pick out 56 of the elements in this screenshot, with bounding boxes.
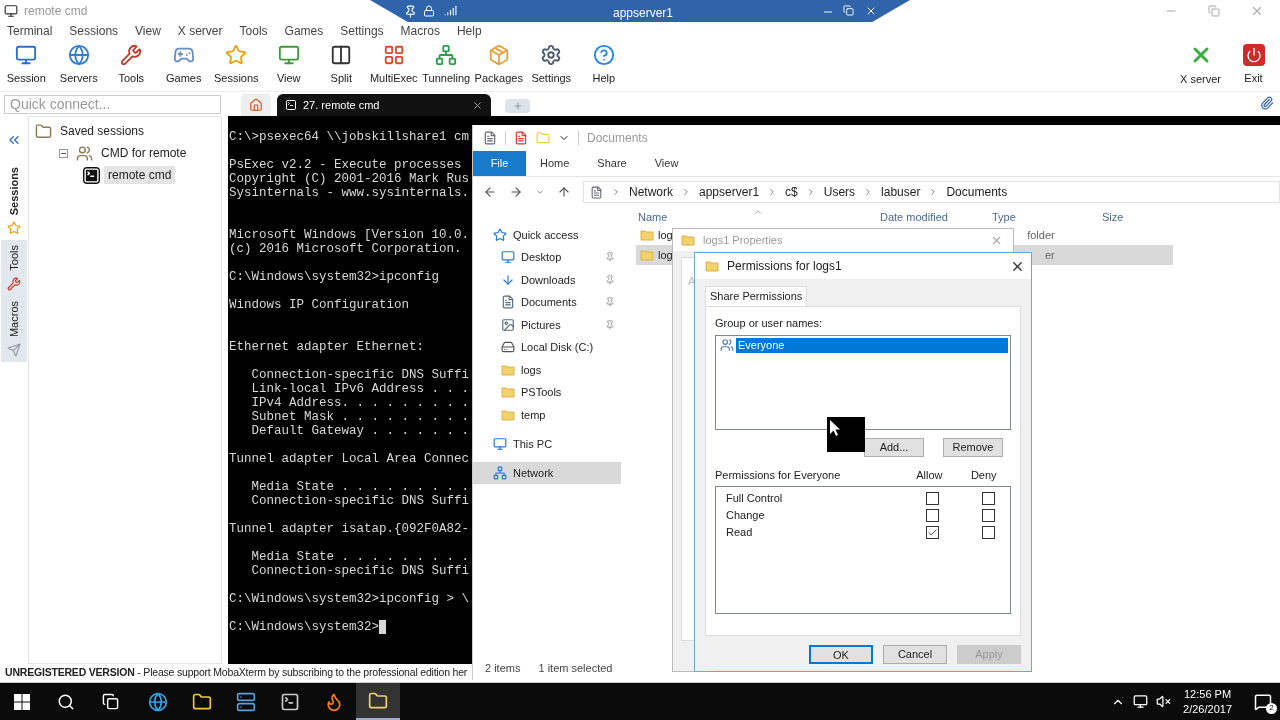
permission-label: Full Control [725,491,784,507]
window-title: Documents [587,130,648,147]
terminal-line: Link-local IPv6 Address . . . [250,382,470,396]
terminal-line: C:\Windows\system32>ipconfig > \ [229,592,470,606]
terminal-line: Copyright (C) 2001-2016 Mark Rus [229,172,470,186]
terminal-line: Media State . . . . . . . . . [250,480,470,494]
nav-label: Downloads [521,272,576,288]
nav-label: temp [521,407,546,423]
status-text: 2 items [485,660,521,676]
remote-session-title: appserver1 [613,5,674,22]
terminal-line: Microsoft Windows [Version 10.0. [229,228,470,242]
permission-label: Read [725,525,754,541]
nav-label: PSTools [521,385,562,400]
notification-count: 2 [1266,702,1277,714]
file-name: log [658,247,673,263]
field-label: Group or user names: [715,316,823,331]
terminal-prompt: C:\Windows\system32> [229,620,380,634]
terminal-line: Connection-specific DNS Suffi [250,368,470,382]
terminal-line: (c) 2016 Microsoft Corporation. [229,242,462,256]
file-type: folder [1027,227,1055,243]
file-name: log [658,227,673,243]
terminal-line: Tunnel adapter Local Area Connec [229,452,470,466]
terminal-line: Subnet Mask . . . . . . . . . [250,410,470,424]
terminal-line: Connection-specific DNS Suffi [250,494,470,508]
window-title: remote cmd [24,3,88,20]
terminal-line: C:\Windows\system32>ipconfig [229,270,440,284]
clock-date: 2/26/2017 [1183,701,1232,717]
terminal-line: Media State . . . . . . . . . [250,550,470,564]
terminal-line: C:\>psexec64 \\jobskillshare1 cm [229,130,470,144]
field-label: Permissions for Everyone [715,467,842,483]
dialog-title: Permissions for logs1 [727,258,842,275]
permission-label: Change [725,508,766,524]
nav-label: logs [521,362,542,378]
terminal-line: IPv4 Address. . . . . . . . . [250,396,470,410]
terminal-line: Sysinternals - www.sysinternals. [229,186,470,200]
nav-label: Local Disk (C:) [521,340,594,355]
nav-label: Network [513,465,554,481]
terminal-line: Connection-specific DNS Suffi [250,564,470,578]
terminal-line: Ethernet adapter Ethernet: [229,340,425,354]
column-header: Allow [915,467,944,483]
tab-label: 27. remote cmd [303,97,380,113]
nav-label: Pictures [521,317,561,333]
terminal-line: Tunnel adapter isatap.{092F0A82- [229,522,470,536]
clock-time: 12:56 PM [1184,686,1232,702]
column-header: Deny [969,467,998,483]
nav-label: Documents [521,295,577,310]
terminal-line: Windows IP Configuration [229,298,410,312]
file-type: er [1044,247,1055,263]
terminal-line: Default Gateway . . . . . . . [250,424,470,438]
nav-label: Quick access [513,227,579,243]
status-text: 1 item selected [538,660,613,676]
nav-label: Desktop [521,250,562,265]
nav-label: This PC [513,436,553,452]
dialog-title: logs1 Properties [703,232,783,248]
status-message: UNREGISTERED VERSION - Please support MobaXterm by subscribing to the professional edition her [5,665,468,681]
terminal-line: PsExec v2.2 - Execute processes [229,158,462,172]
